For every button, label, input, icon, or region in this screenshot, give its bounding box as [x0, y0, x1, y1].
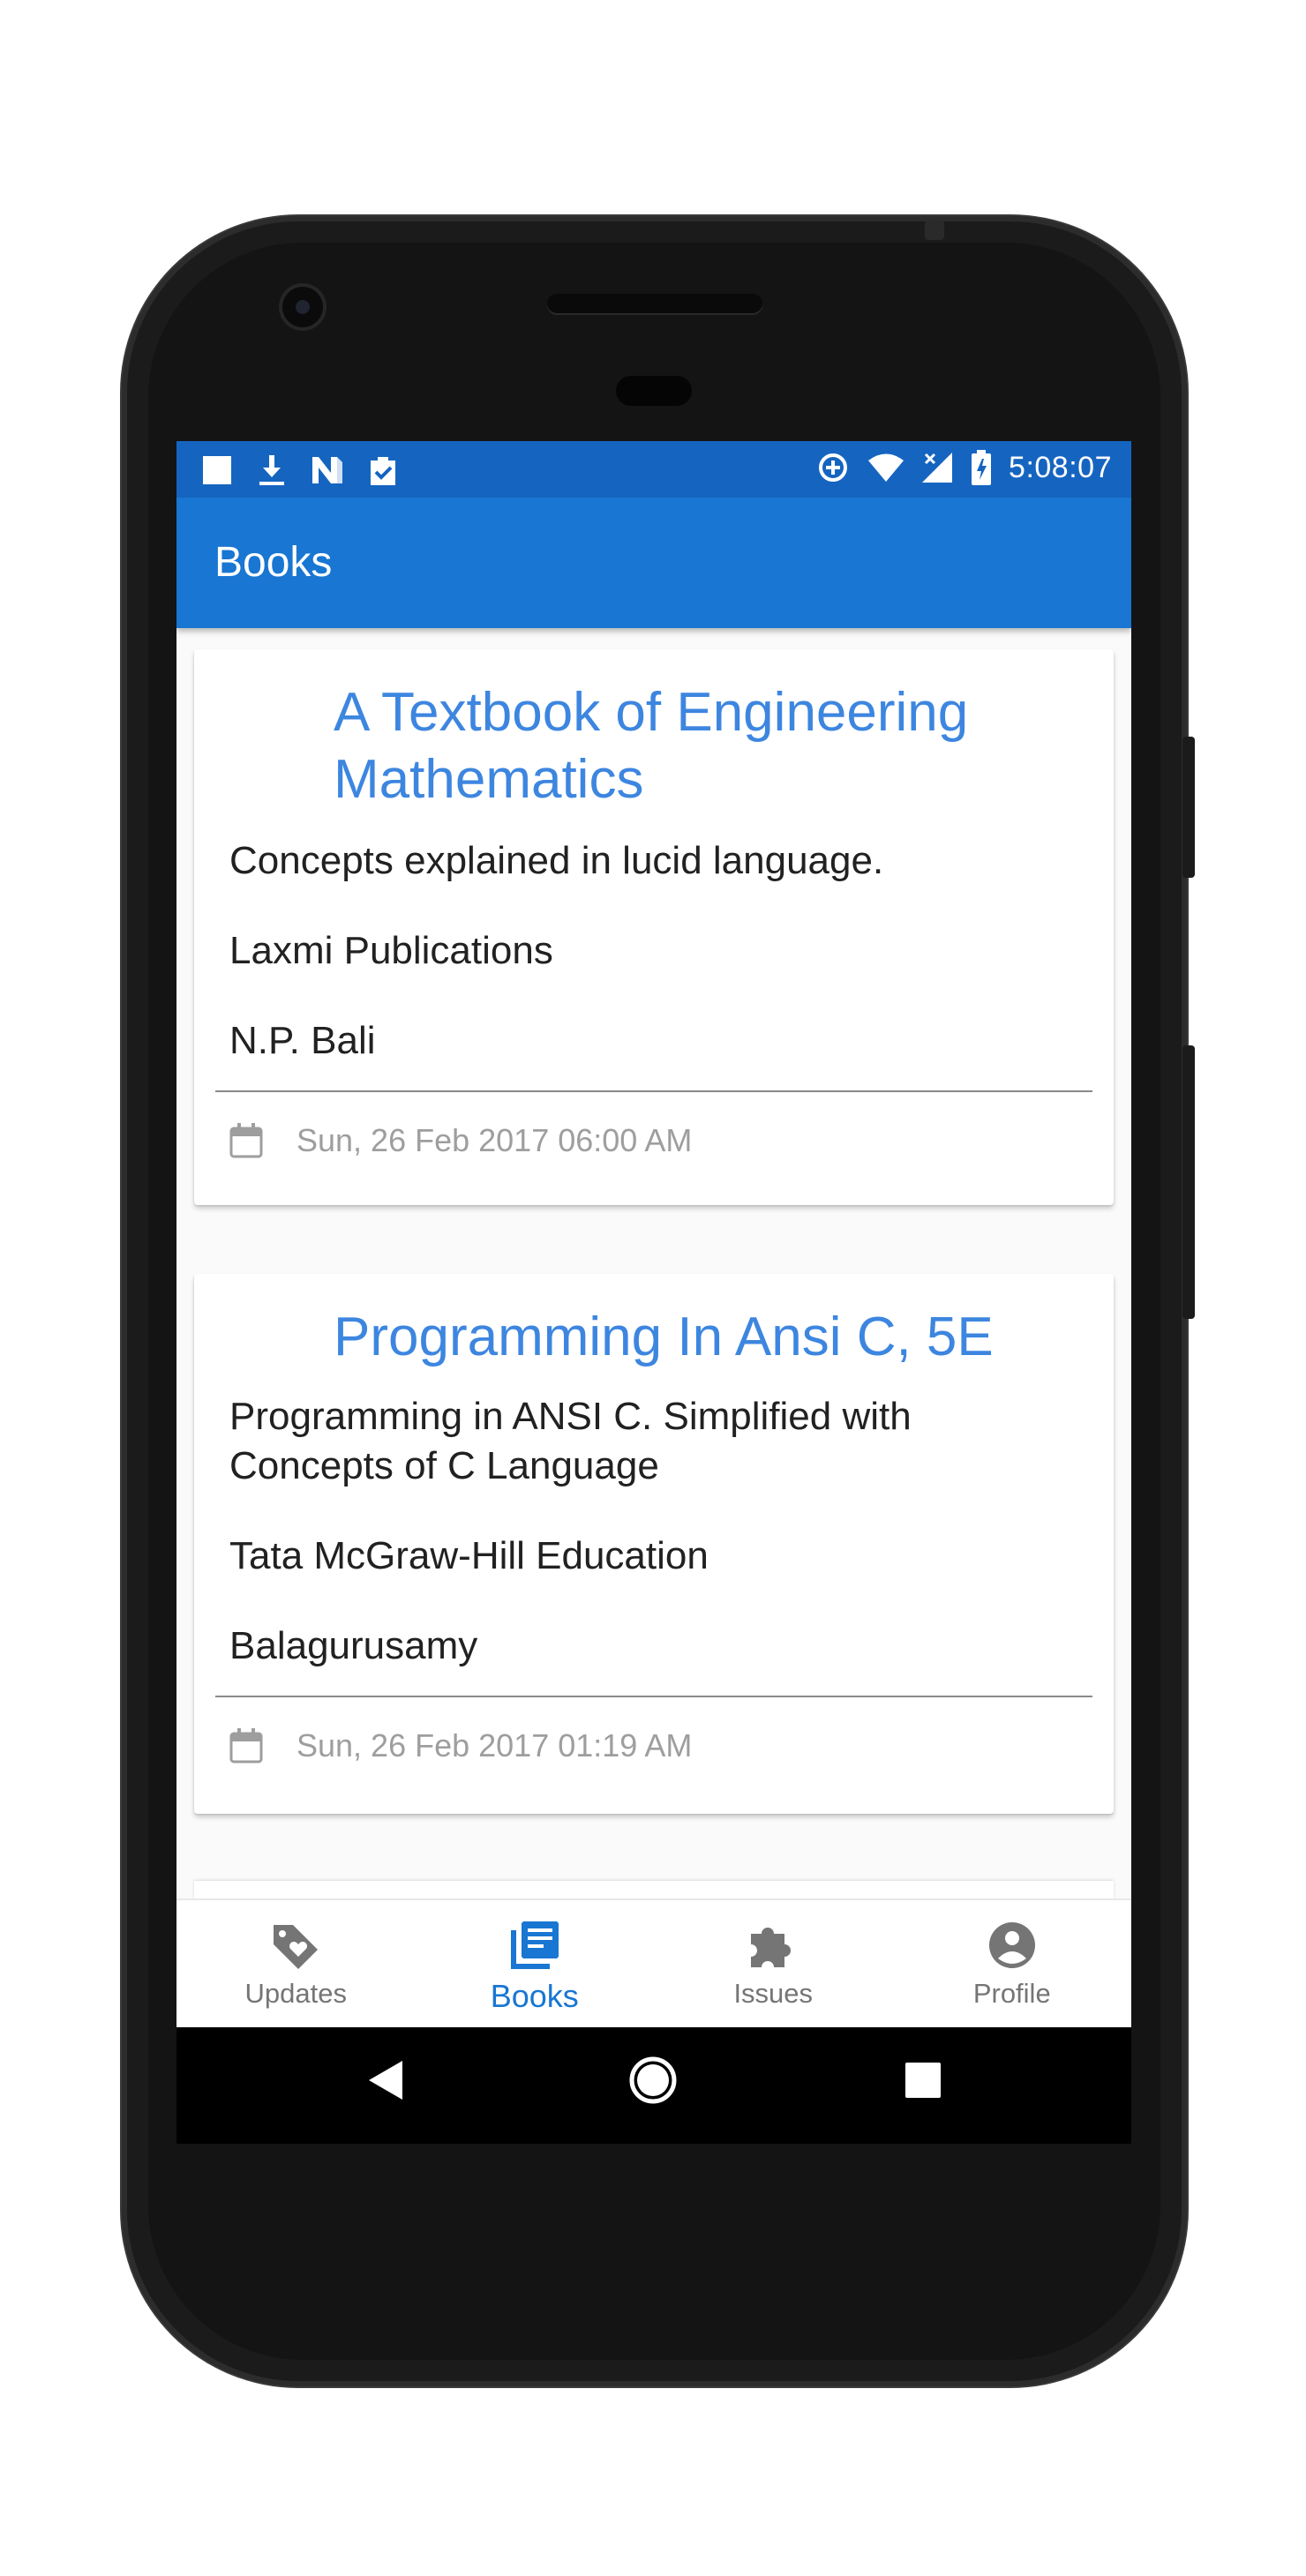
book-card[interactable]: A Textbook of Engineering Mathematics Co… — [194, 649, 1114, 1205]
status-bar: 5:08:07 — [176, 441, 1131, 498]
book-title: A Textbook of Engineering Mathematics — [334, 682, 969, 810]
nav-label: Profile — [972, 1978, 1051, 2009]
signal-icon — [922, 451, 954, 484]
book-author: N.P. Bali — [229, 1019, 376, 1062]
book-publisher: Laxmi Publications — [229, 929, 553, 972]
book-title: Programming In Ansi C, 5E — [334, 1307, 994, 1367]
power-button — [1182, 737, 1195, 878]
page-title: Books — [214, 539, 333, 586]
library-books-icon — [509, 1920, 560, 1971]
proximity-sensor — [616, 376, 692, 406]
status-bar-notifications — [201, 453, 399, 487]
front-camera — [282, 287, 323, 327]
tag-heart-icon — [270, 1920, 321, 1971]
download-icon — [256, 453, 288, 487]
nav-updates[interactable]: Updates — [176, 1900, 416, 2027]
wifi-icon — [867, 453, 904, 483]
nav-books[interactable]: Books — [416, 1900, 655, 2027]
battery-charging-icon — [972, 450, 992, 485]
square-icon — [201, 454, 233, 486]
earpiece-speaker — [547, 294, 762, 313]
nav-label: Updates — [244, 1978, 347, 2009]
data-saver-icon — [816, 451, 850, 484]
puzzle-icon — [747, 1920, 799, 1971]
book-publisher: Tata McGraw-Hill Education — [229, 1534, 709, 1577]
book-card[interactable]: Programming In Ansi C, 5E Programming in… — [194, 1274, 1114, 1814]
back-icon[interactable] — [367, 2059, 406, 2106]
system-navigation-bar — [176, 2027, 1131, 2144]
book-date: Sun, 26 Feb 2017 06:00 AM — [296, 1122, 693, 1158]
clipboard-check-icon — [367, 453, 399, 487]
home-icon[interactable] — [628, 2056, 678, 2109]
volume-button — [1182, 1045, 1195, 1319]
nav-issues[interactable]: Issues — [654, 1900, 893, 2027]
app-bar: Books — [176, 498, 1131, 628]
screen: 5:08:07 Books A Textbook of Engineering … — [176, 441, 1131, 2027]
card-divider — [215, 1090, 1092, 1092]
card-divider — [215, 1696, 1092, 1697]
calendar-icon — [229, 1123, 263, 1158]
book-description: Concepts explained in lucid language. — [229, 839, 884, 882]
n-logo-icon — [311, 455, 344, 485]
book-date-row: Sun, 26 Feb 2017 01:19 AM — [229, 1727, 692, 1764]
status-bar-system: 5:08:07 — [816, 450, 1112, 485]
top-notch — [925, 221, 944, 240]
recents-icon[interactable] — [905, 2063, 941, 2102]
book-author: Balagurusamy — [229, 1624, 478, 1667]
nav-label: Issues — [733, 1978, 814, 2009]
books-list[interactable]: A Textbook of Engineering Mathematics Co… — [176, 628, 1131, 1838]
nav-label: Books — [490, 1978, 579, 2014]
calendar-icon — [229, 1728, 263, 1764]
status-time: 5:08:07 — [1009, 450, 1112, 484]
book-date-row: Sun, 26 Feb 2017 06:00 AM — [229, 1122, 692, 1159]
nav-profile[interactable]: Profile — [893, 1900, 1132, 2027]
account-circle-icon — [987, 1920, 1038, 1971]
book-description: Programming in ANSI C. Simplified with C… — [229, 1395, 912, 1487]
bottom-navigation: Updates Books Issues Profile — [176, 1898, 1131, 2027]
book-date: Sun, 26 Feb 2017 01:19 AM — [296, 1727, 693, 1764]
